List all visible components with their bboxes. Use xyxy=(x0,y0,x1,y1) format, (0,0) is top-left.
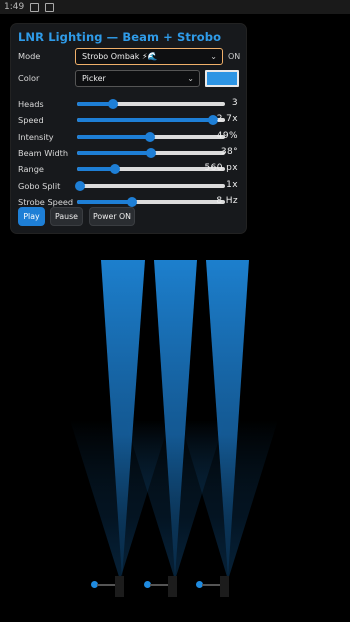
slider-label: Beam Width xyxy=(18,147,69,158)
slider-thumb[interactable] xyxy=(146,147,156,158)
slider-thumb[interactable] xyxy=(74,180,85,191)
slider-fill xyxy=(77,199,132,204)
color-select[interactable]: Picker ⌄ xyxy=(75,70,200,87)
slider-track[interactable] xyxy=(77,147,225,158)
panel-title: LNR Lighting — Beam + Strobo xyxy=(18,30,222,44)
fixture-body xyxy=(220,576,229,597)
notification-icon xyxy=(45,2,55,12)
slider-track[interactable] xyxy=(74,180,225,191)
slider-track[interactable] xyxy=(77,131,225,142)
chevron-down-icon: ⌄ xyxy=(187,74,194,83)
slider-track[interactable] xyxy=(77,99,225,109)
slider-label: Speed xyxy=(18,115,44,126)
slider-track[interactable] xyxy=(77,164,225,175)
slider-label: Strobe Speed xyxy=(18,196,74,207)
slider-label: Intensity xyxy=(18,131,54,142)
slider-thumb[interactable] xyxy=(107,99,118,109)
slider-thumb[interactable] xyxy=(126,196,137,207)
slider-track[interactable] xyxy=(77,196,225,207)
mode-value: Strobo Ombak ⚡🌊 xyxy=(82,52,158,61)
pause-button[interactable]: Pause xyxy=(50,207,83,226)
slider-value: 49% xyxy=(216,130,238,141)
slider-label: Heads xyxy=(18,99,44,109)
slider-track[interactable] xyxy=(77,115,225,126)
color-value: Picker xyxy=(82,74,106,83)
status-time: 1:49 xyxy=(4,2,25,12)
slider-thumb[interactable] xyxy=(144,131,155,142)
slider-label: Range xyxy=(18,164,44,175)
slider-value: 38° xyxy=(220,146,238,157)
control-panel: LNR Lighting — Beam + Strobo Mode Strobo… xyxy=(11,24,246,233)
fixture-1 xyxy=(91,576,131,598)
power-button[interactable]: Power ON xyxy=(89,207,135,226)
gallery-icon xyxy=(30,2,40,12)
slider-value: 1x xyxy=(226,179,238,190)
color-label: Color xyxy=(18,73,40,83)
mode-state: ON xyxy=(228,52,241,61)
slider-value: 560 px xyxy=(204,163,238,174)
slider-thumb[interactable] xyxy=(110,164,121,175)
slider-label: Gobo Split xyxy=(18,180,61,191)
chevron-down-icon: ⌄ xyxy=(210,52,217,61)
slider-fill xyxy=(77,118,214,123)
slider-value: 2.7x xyxy=(216,114,238,125)
slider-fill xyxy=(77,150,151,155)
fixture-body xyxy=(115,576,124,597)
fixture-3 xyxy=(196,576,236,598)
mode-select[interactable]: Strobo Ombak ⚡🌊 ⌄ xyxy=(75,48,223,65)
fixture-body xyxy=(168,576,177,597)
slider-value: 8 Hz xyxy=(216,195,238,206)
fixture-2 xyxy=(144,576,184,598)
play-button[interactable]: Play xyxy=(18,207,45,226)
slider-fill xyxy=(77,134,150,139)
slider-value: 3 xyxy=(231,98,238,108)
color-swatch[interactable] xyxy=(205,70,239,87)
status-bar: 1:49 xyxy=(0,0,350,14)
mode-label: Mode xyxy=(18,51,41,61)
